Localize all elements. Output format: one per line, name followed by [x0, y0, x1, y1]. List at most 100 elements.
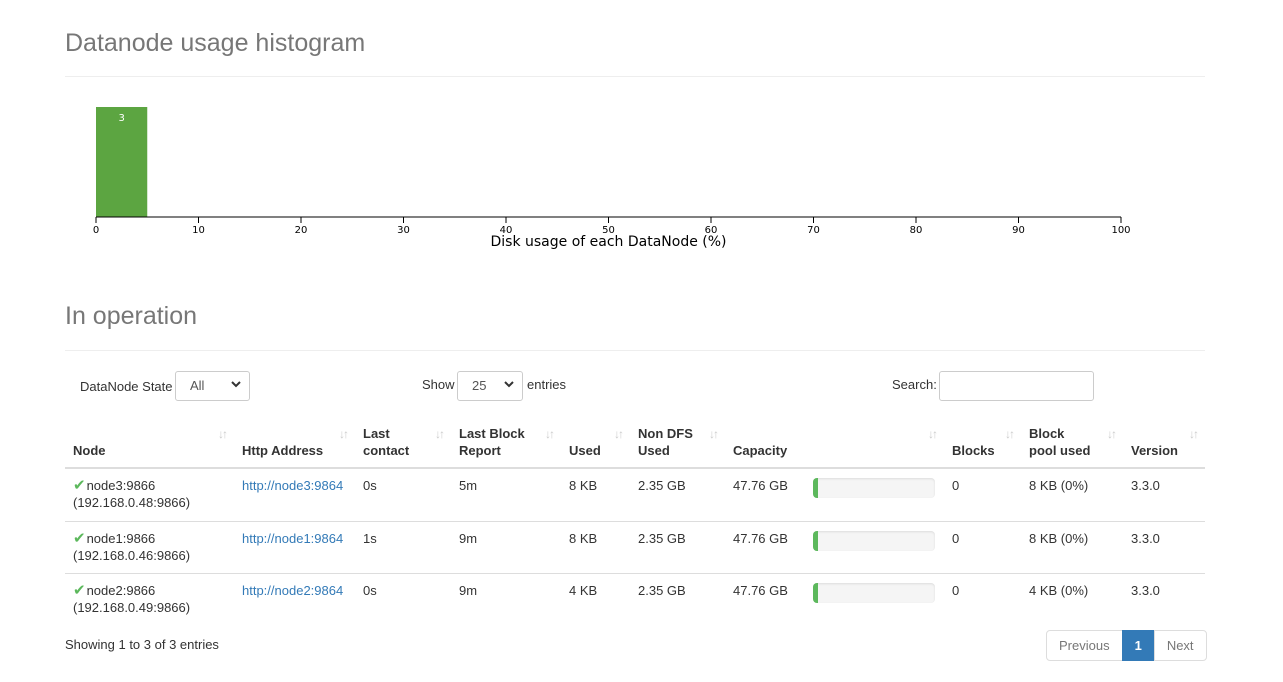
column-header[interactable]: Used ↓↑ — [561, 416, 630, 469]
previous-page-button[interactable]: Previous — [1046, 630, 1123, 661]
sort-both-icon[interactable]: ↓↑ — [1107, 426, 1117, 443]
x-tick-label: 20 — [295, 225, 308, 236]
column-header-line1: Block — [1029, 426, 1065, 441]
divider — [65, 350, 1205, 351]
datanode-state-select[interactable]: All — [175, 371, 250, 401]
blocks: 0 — [952, 582, 960, 598]
usage-histogram: 3 0 10 20 30 40 50 60 70 80 90 100 Disk usage of eac… — [80, 95, 1150, 258]
last-contact: 0s — [363, 478, 377, 493]
last-block-report: 5m — [459, 478, 478, 493]
node-address: (192.168.0.48:9866) — [73, 495, 191, 510]
entries-per-page-select[interactable]: 25 — [457, 371, 523, 401]
check-icon: ✔ — [73, 477, 86, 494]
divider — [65, 76, 1205, 77]
capacity-value: 47.76 GB — [733, 583, 788, 598]
table-row: ✔node1:9866 (192.168.0.46:9866) http://nod… — [65, 520, 1205, 573]
column-header[interactable]: Capacity ↓↑ — [725, 416, 944, 469]
sort-both-icon[interactable]: ↓↑ — [218, 426, 228, 443]
capacity-bar — [813, 531, 935, 551]
sort-both-icon[interactable]: ↓↑ — [928, 426, 938, 443]
table-row: ✔node3:9866 (192.168.0.48:9866) http://nod… — [65, 468, 1205, 521]
last-block-report: 9m — [459, 582, 478, 598]
block-pool-used: 8 KB (0%) — [1029, 530, 1089, 546]
version: 3.3.0 — [1131, 582, 1160, 598]
node-name: node1:9866 — [86, 530, 156, 546]
column-header-line1: Last Block — [459, 426, 525, 441]
column-header-line1: Non DFS — [638, 426, 693, 441]
http-address-link[interactable]: http://node3:9864 — [242, 478, 343, 493]
check-icon: ✔ — [73, 529, 86, 547]
x-tick-label: 90 — [1012, 225, 1025, 236]
table-header-row: Node ↓↑ Http Address ↓↑ Last contact ↓↑ Last Bl… — [65, 416, 1205, 469]
table-controls: DataNode State All Show 25 entries Searc… — [0, 371, 1283, 401]
non-dfs-used: 2.35 GB — [638, 530, 686, 546]
x-tick-label: 0 — [93, 225, 99, 236]
datanode-state-value: All — [190, 378, 205, 393]
table-info: Showing 1 to 3 of 3 entries — [65, 637, 219, 652]
column-header[interactable]: Http Address ↓↑ — [234, 416, 355, 469]
used: 4 KB — [569, 582, 598, 598]
x-axis-label: Disk usage of each DataNode (%) — [490, 234, 726, 250]
column-header-line2: Blocks — [952, 443, 995, 458]
capacity-value: 47.76 GB — [733, 478, 788, 493]
column-header[interactable]: Non DFS Used ↓↑ — [630, 416, 725, 469]
node-address: (192.168.0.46:9866) — [73, 547, 191, 563]
search-input[interactable] — [939, 371, 1094, 401]
capacity-bar-fill — [813, 478, 818, 498]
sort-both-icon[interactable]: ↓↑ — [545, 426, 555, 443]
column-header-line2: Version — [1131, 443, 1178, 458]
search-label: Search: — [892, 377, 937, 392]
capacity-bar — [813, 478, 935, 498]
x-tick-label: 10 — [192, 225, 205, 236]
non-dfs-used: 2.35 GB — [638, 582, 686, 598]
capacity-bar-fill — [813, 583, 818, 603]
capacity-value: 47.76 GB — [733, 531, 788, 546]
last-contact: 1s — [363, 530, 377, 546]
column-header-line2: Used — [569, 443, 601, 458]
node-name: node3:9866 — [86, 478, 156, 493]
http-address-link[interactable]: http://node2:9864 — [242, 583, 343, 598]
column-header[interactable]: Blocks ↓↑ — [944, 416, 1021, 469]
sort-both-icon[interactable]: ↓↑ — [1189, 426, 1199, 443]
check-icon: ✔ — [73, 581, 86, 599]
histogram-bar-label: 3 — [118, 113, 124, 124]
x-tick-label: 70 — [807, 225, 820, 236]
x-tick-label: 80 — [910, 225, 923, 236]
sort-both-icon[interactable]: ↓↑ — [614, 426, 624, 443]
column-header-line2: Used — [638, 443, 670, 458]
column-header-line2: contact — [363, 443, 410, 458]
column-header[interactable]: Block pool used ↓↑ — [1021, 416, 1123, 469]
block-pool-used: 4 KB (0%) — [1029, 582, 1089, 598]
show-label: Show — [422, 377, 455, 392]
histogram-title: Datanode usage histogram — [65, 29, 366, 57]
chevron-down-icon — [231, 381, 241, 388]
column-header-line2: Capacity — [733, 443, 788, 458]
column-header-line1: Last — [363, 426, 390, 441]
next-page-button[interactable]: Next — [1153, 630, 1207, 661]
column-header[interactable]: Last Block Report ↓↑ — [451, 416, 561, 469]
entries-per-page-value: 25 — [472, 378, 487, 393]
http-address-link[interactable]: http://node1:9864 — [242, 531, 343, 546]
sort-both-icon[interactable]: ↓↑ — [1005, 426, 1015, 443]
entries-label: entries — [527, 377, 567, 392]
column-header-line2: pool used — [1029, 443, 1091, 458]
sort-both-icon[interactable]: ↓↑ — [339, 426, 349, 443]
sort-both-icon[interactable]: ↓↑ — [435, 426, 445, 443]
column-header[interactable]: Last contact ↓↑ — [355, 416, 451, 469]
blocks: 0 — [952, 478, 960, 493]
column-header[interactable]: Node ↓↑ — [65, 416, 234, 469]
node-name: node2:9866 — [86, 582, 156, 598]
non-dfs-used: 2.35 GB — [638, 478, 686, 493]
sort-both-icon[interactable]: ↓↑ — [709, 426, 719, 443]
node-address: (192.168.0.49:9866) — [73, 599, 191, 615]
column-header-line2: Report — [459, 443, 501, 458]
column-header[interactable]: Version ↓↑ — [1123, 416, 1205, 469]
column-header-line2: Node — [73, 443, 106, 458]
page-1-button[interactable]: 1 — [1121, 630, 1155, 661]
version: 3.3.0 — [1131, 530, 1160, 546]
last-block-report: 9m — [459, 530, 478, 546]
capacity-bar — [813, 583, 935, 603]
last-contact: 0s — [363, 582, 377, 598]
column-header-line2: Http Address — [242, 443, 324, 458]
version: 3.3.0 — [1131, 478, 1160, 493]
